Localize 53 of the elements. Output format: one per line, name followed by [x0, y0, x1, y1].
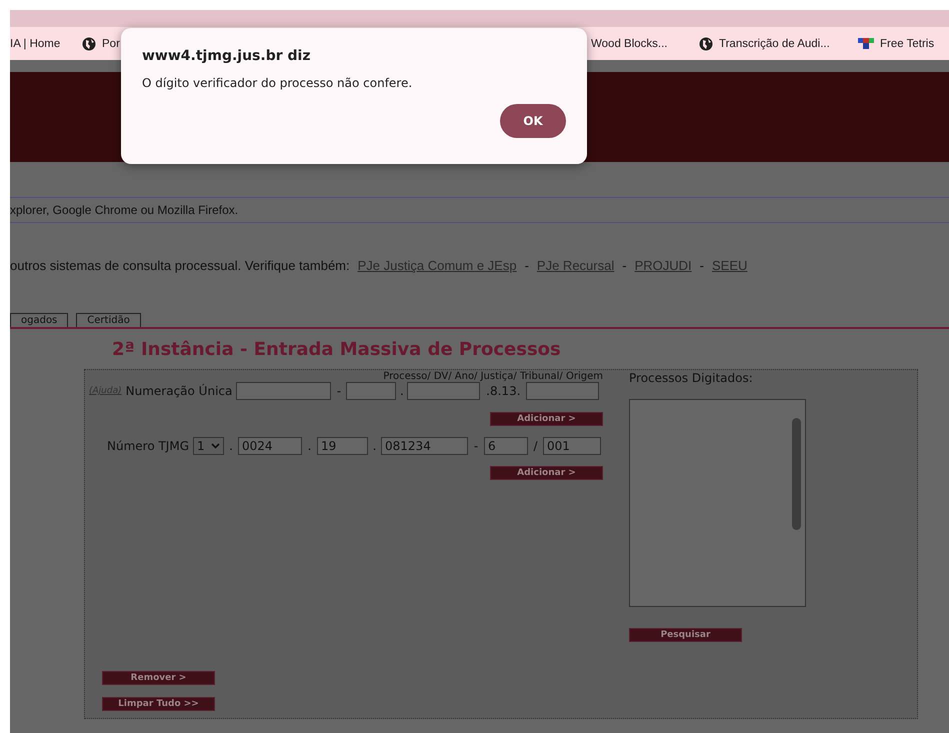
- globe-icon: [699, 36, 713, 50]
- blocks-icon: [858, 38, 874, 50]
- field-label: Número TJMG: [107, 439, 190, 453]
- bookmark[interactable]: Por: [82, 36, 120, 50]
- search-button[interactable]: Pesquisar: [629, 628, 742, 642]
- text-field[interactable]: [526, 382, 600, 400]
- systems-text: outros sistemas de consulta processual. Verifique também:: [10, 258, 350, 273]
- system-link[interactable]: PJe Justiça Comum e JEsp: [358, 258, 517, 273]
- system-link[interactable]: PJe Recursal: [536, 258, 614, 273]
- tab[interactable]: ogados: [10, 313, 68, 327]
- process-list[interactable]: [629, 399, 806, 607]
- add-button[interactable]: Adicionar >: [490, 466, 603, 480]
- separator-text: -: [336, 384, 342, 398]
- number-select[interactable]: 1: [193, 437, 224, 455]
- list-label: Processos Digitados:: [629, 371, 754, 385]
- bookmark[interactable]: Wood Blocks...: [591, 38, 668, 50]
- ok-button[interactable]: OK: [500, 104, 566, 138]
- separator-text: -: [700, 258, 704, 273]
- text-field[interactable]: [407, 382, 480, 400]
- dialog-title: www4.tjmg.jus.br diz: [142, 48, 312, 64]
- separator-text: -: [472, 439, 480, 453]
- caret-icon: [211, 443, 220, 449]
- text-field[interactable]: [236, 382, 332, 400]
- field-label: Numeração Única: [126, 384, 232, 398]
- separator-text: .: [228, 439, 234, 453]
- separator-text: /: [532, 439, 539, 453]
- scrollbar-thumb[interactable]: [792, 418, 801, 530]
- system-link[interactable]: PROJUDI: [634, 258, 692, 273]
- browser-notice: xplorer, Google Chrome ou Mozilla Firefox.: [10, 203, 238, 217]
- text-field[interactable]: 19: [317, 437, 368, 455]
- text-field[interactable]: [346, 382, 396, 400]
- bookmark[interactable]: IA | Home: [10, 38, 60, 50]
- text-field[interactable]: 081234: [381, 437, 468, 455]
- tab[interactable]: Certidão: [76, 313, 141, 327]
- text-field[interactable]: 001: [543, 437, 602, 455]
- bookmark[interactable]: Free Tetris: [858, 38, 934, 50]
- separator-text: .: [372, 439, 378, 453]
- field-hint: Processo/ DV/ Ano/ Justiça/ Tribunal/ Origem: [383, 371, 603, 382]
- bookmark[interactable]: Transcrição de Audi...: [699, 36, 830, 50]
- separator-text: .: [306, 439, 312, 453]
- separator-text: .8.13.: [485, 384, 522, 398]
- text-field[interactable]: 6: [484, 437, 528, 455]
- system-link[interactable]: SEEU: [712, 258, 748, 273]
- separator-text: -: [524, 258, 529, 273]
- globe-icon: [82, 36, 96, 50]
- add-button[interactable]: Adicionar >: [490, 412, 603, 426]
- separator-text: -: [622, 258, 627, 273]
- text-field[interactable]: 0024: [238, 437, 302, 455]
- remove-button[interactable]: Remover >: [102, 671, 215, 685]
- page-title: 2ª Instância - Entrada Massiva de Processos: [112, 339, 562, 360]
- separator-text: .: [398, 384, 405, 398]
- clear-all-button[interactable]: Limpar Tudo >>: [102, 697, 215, 711]
- dialog-message: O dígito verificador do processo não confere.: [142, 76, 414, 90]
